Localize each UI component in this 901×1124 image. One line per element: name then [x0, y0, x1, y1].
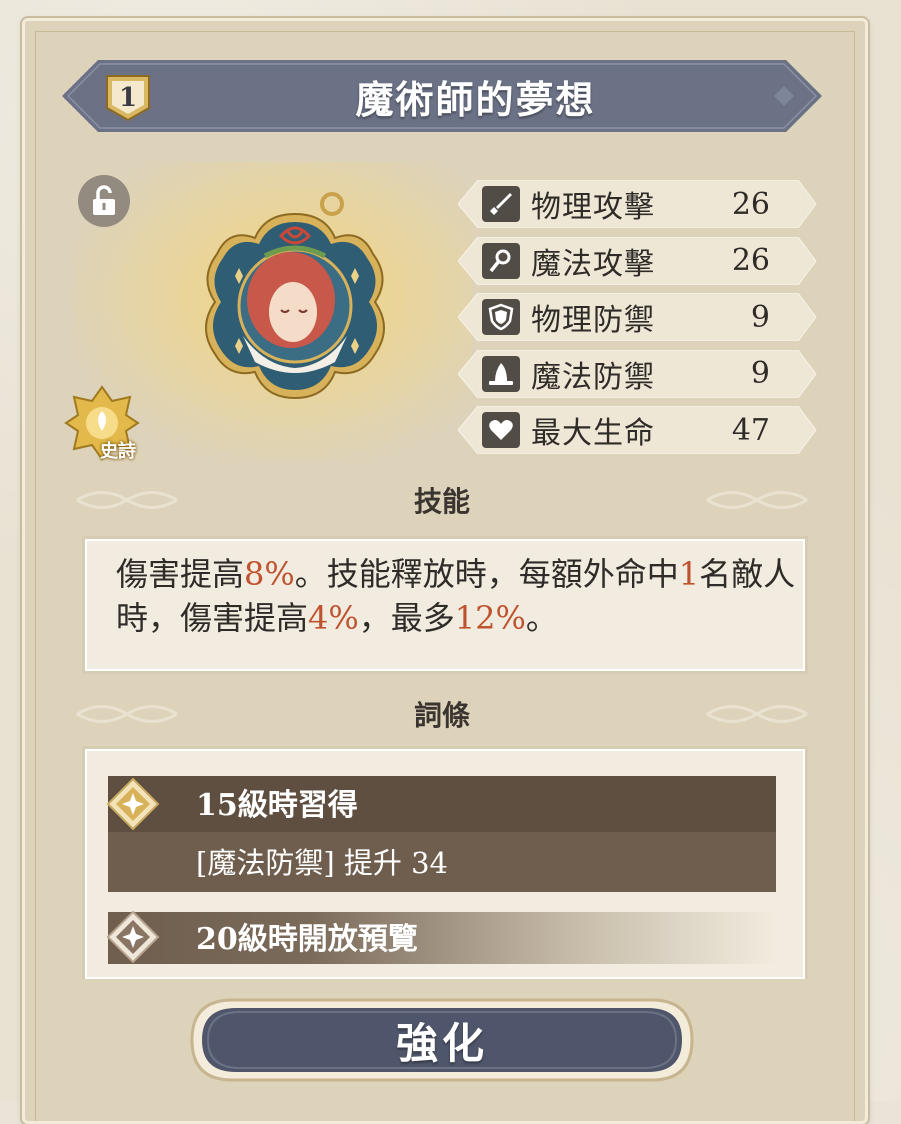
skill-value: 8%	[244, 555, 295, 593]
skill-description: 傷害提高8%。技能釋放時，每額外命中1名敵人時，傷害提高4%，最多12%。	[116, 552, 796, 640]
skill-section-header: 技能	[72, 472, 812, 528]
heart-icon	[482, 412, 520, 448]
stat-row-magic-attack: 魔法攻擊 26	[458, 236, 818, 285]
stats-list: 物理攻擊 26 魔法攻擊 26 物理防禦 9 魔法防禦 9 最大生命 47	[458, 180, 818, 463]
ornament-right-icon	[706, 491, 808, 509]
affix-description: [魔法防禦] 提升 34	[196, 846, 448, 880]
stat-value: 9	[750, 356, 770, 391]
lock-button[interactable]	[78, 175, 130, 227]
stat-label: 魔法防禦	[531, 359, 655, 395]
locked-diamond-icon	[106, 910, 160, 964]
affix-title: 15級時習得	[196, 788, 358, 823]
stat-row-magic-defense: 魔法防禦 9	[458, 349, 818, 398]
stat-value: 26	[731, 186, 770, 222]
unlock-icon	[93, 185, 115, 215]
skill-text-part: 。	[525, 599, 558, 637]
item-title: 魔術師的夢想	[355, 76, 596, 122]
enhance-button-label: 強化	[395, 1018, 488, 1068]
staff-icon	[482, 242, 520, 279]
skill-header-label: 技能	[413, 485, 470, 518]
unlocked-diamond-icon	[106, 777, 160, 831]
ornament-left-icon	[76, 705, 178, 723]
stat-row-max-hp: 最大生命 47	[458, 406, 818, 454]
affix-section-header: 詞條	[72, 686, 812, 742]
stat-label: 最大生命	[531, 416, 655, 451]
stat-value: 47	[731, 412, 770, 448]
stat-value: 26	[731, 243, 770, 278]
shield-icon	[482, 299, 520, 335]
stat-label: 魔法攻擊	[531, 246, 655, 282]
ornament-left-icon	[76, 491, 178, 509]
skill-text-part: 傷害提高	[116, 555, 245, 593]
skill-value: 12%	[454, 599, 526, 637]
skill-text-part: ，最多	[358, 599, 455, 637]
stat-row-physical-defense: 物理防禦 9	[458, 293, 818, 341]
stat-row-physical-attack: 物理攻擊 26	[458, 180, 818, 228]
sword-icon	[482, 186, 520, 222]
rarity-label: 史詩	[100, 441, 136, 462]
stat-label: 物理攻擊	[531, 190, 655, 225]
rank-badge: 1	[103, 70, 153, 124]
stat-label: 物理防禦	[531, 303, 655, 338]
ornament-right-icon	[706, 705, 808, 723]
enhance-button[interactable]: 強化	[188, 996, 696, 1084]
item-image	[195, 188, 395, 400]
affix-header-label: 詞條	[413, 699, 470, 732]
wizard-hat-icon	[482, 355, 520, 392]
rank-number: 1	[118, 83, 138, 113]
affix-preview-title: 20級時開放預覽	[196, 922, 418, 957]
stat-value: 9	[750, 299, 770, 335]
skill-value: 1	[678, 555, 700, 593]
skill-value: 4%	[308, 599, 359, 637]
skill-text-part: 。技能釋放時，每額外命中	[294, 555, 679, 593]
